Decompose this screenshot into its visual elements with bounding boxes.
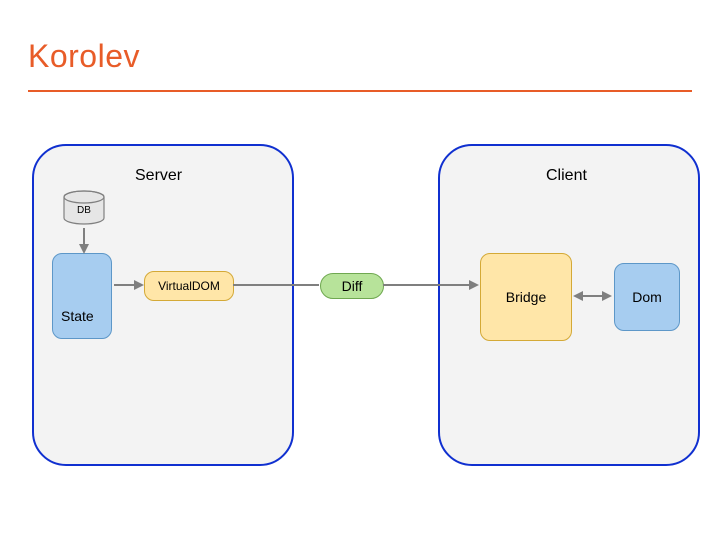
database-icon: DB xyxy=(62,190,106,226)
dom-label: Dom xyxy=(632,289,662,305)
dom-box: Dom xyxy=(614,263,680,331)
bridge-label: Bridge xyxy=(506,289,546,305)
db-label: DB xyxy=(77,205,91,216)
page-title: Korolev xyxy=(28,38,140,75)
slide: Korolev Server Client DB State VirtualDO… xyxy=(0,0,720,540)
server-label: Server xyxy=(135,167,182,185)
virtualdom-label: VirtualDOM xyxy=(158,279,220,293)
title-rule xyxy=(28,90,692,92)
virtualdom-box: VirtualDOM xyxy=(144,271,234,301)
state-label: State xyxy=(61,308,94,324)
client-label: Client xyxy=(546,167,587,185)
bridge-box: Bridge xyxy=(480,253,572,341)
diff-pill: Diff xyxy=(320,273,384,299)
diff-label: Diff xyxy=(342,278,363,294)
state-box: State xyxy=(52,253,112,339)
